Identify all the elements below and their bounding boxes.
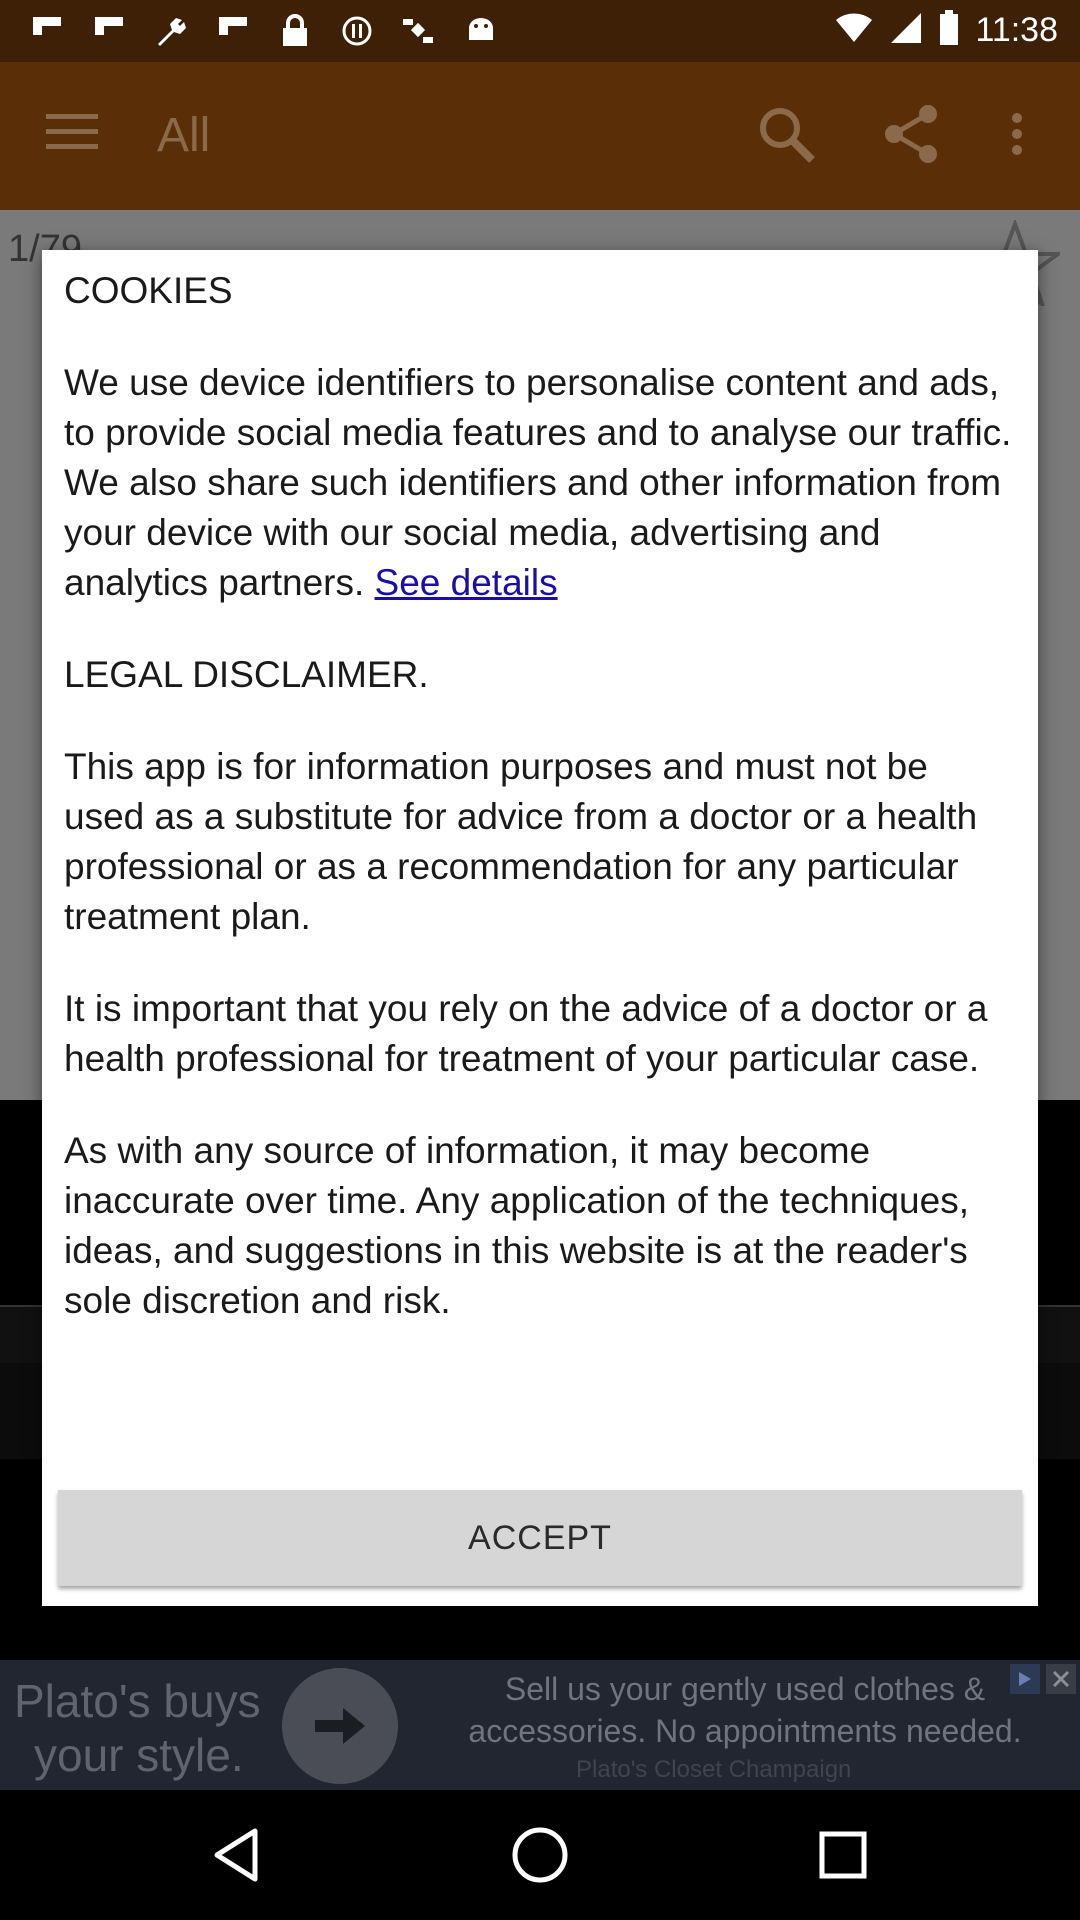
ad-choices-icon[interactable] xyxy=(1010,1664,1040,1694)
flipboard-icon xyxy=(28,12,66,50)
app-bar-title: All xyxy=(157,109,211,162)
status-time: 11:38 xyxy=(975,11,1058,49)
menu-icon[interactable] xyxy=(46,112,98,157)
android-icon xyxy=(462,12,500,50)
status-bar: 11:38 xyxy=(0,0,1080,62)
navigation-bar xyxy=(0,1790,1080,1920)
flipboard-icon xyxy=(214,12,252,50)
app-bar: All xyxy=(0,62,1080,210)
ad-headline: Plato's buys your style. xyxy=(14,1675,261,1781)
dialog-content: COOKIES We use device identifiers to per… xyxy=(64,266,1014,1368)
share-icon[interactable] xyxy=(882,104,942,169)
cookies-paragraph: We use device identifiers to personalise… xyxy=(64,358,1014,608)
see-details-link[interactable]: See details xyxy=(375,562,558,603)
legal-heading: LEGAL DISCLAIMER. xyxy=(64,654,429,695)
wrench-icon xyxy=(152,12,190,50)
search-icon[interactable] xyxy=(756,104,816,169)
ad-banner[interactable]: Plato's buys your style. Sell us your ge… xyxy=(0,1660,1080,1790)
flipboard-icon xyxy=(90,12,128,50)
signal-icon xyxy=(889,11,923,50)
wifi-icon xyxy=(835,12,873,49)
cookies-heading: COOKIES xyxy=(64,270,233,311)
battery-icon xyxy=(939,10,959,51)
lock-icon xyxy=(276,12,314,50)
ad-advertiser: Plato's Closet Champaign xyxy=(576,1756,852,1783)
ad-text: Sell us your gently used clothes & acces… xyxy=(468,1671,1022,1749)
legal-paragraph-2: It is important that you rely on the adv… xyxy=(64,988,988,1079)
more-vert-icon[interactable] xyxy=(1010,112,1024,161)
home-icon[interactable] xyxy=(505,1820,575,1890)
accept-button[interactable]: ACCEPT xyxy=(58,1490,1022,1586)
arrow-right-icon xyxy=(315,1708,365,1744)
legal-paragraph-1: This app is for information purposes and… xyxy=(64,746,978,937)
cookies-dialog: COOKIES We use device identifiers to per… xyxy=(42,250,1038,1606)
legal-paragraph-3: As with any source of information, it ma… xyxy=(64,1130,969,1321)
satellite-icon xyxy=(400,12,438,50)
ad-arrow-button[interactable] xyxy=(282,1668,398,1784)
back-icon[interactable] xyxy=(201,1820,271,1890)
pause-circle-icon xyxy=(338,12,376,50)
close-icon[interactable] xyxy=(1046,1664,1076,1694)
recents-icon[interactable] xyxy=(808,1820,878,1890)
